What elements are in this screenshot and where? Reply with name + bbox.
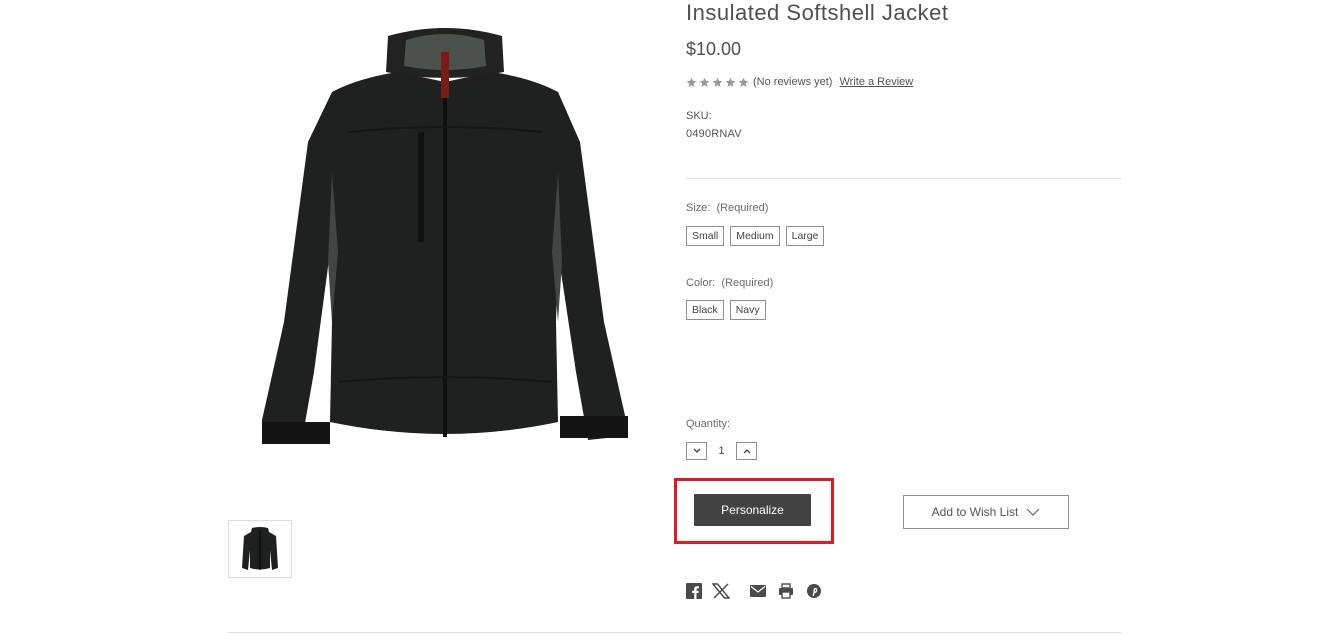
star-icon (725, 77, 736, 87)
x-icon[interactable] (712, 583, 730, 599)
product-title: Insulated Softshell Jacket (686, 0, 949, 25)
star-icon (699, 77, 710, 87)
color-label-text: Color: (686, 277, 716, 289)
color-option-navy[interactable]: Navy (729, 300, 766, 320)
reviews-count: (No reviews yet) (753, 76, 833, 88)
quantity-input[interactable]: 1 (707, 445, 736, 457)
size-label-text: Size: (686, 202, 711, 214)
size-options: Small Medium Large (686, 226, 825, 246)
email-icon[interactable] (750, 585, 766, 597)
quantity-decrease-button[interactable] (686, 442, 707, 460)
size-required: (Required) (716, 202, 769, 214)
color-required: (Required) (721, 277, 774, 289)
chevron-down-icon (1026, 508, 1040, 516)
product-rating: (No reviews yet) Write a Review (686, 76, 913, 88)
social-share (686, 583, 822, 599)
size-label: Size: (Required) (686, 202, 768, 214)
color-label: Color: (Required) (686, 277, 773, 289)
color-option-black[interactable]: Black (686, 300, 724, 320)
sku-label: SKU: (686, 110, 712, 122)
quantity-stepper: 1 (686, 442, 757, 460)
chevron-up-icon (743, 449, 750, 454)
product-thumbnail[interactable] (228, 520, 292, 578)
quantity-label: Quantity: (686, 418, 731, 430)
pinterest-icon[interactable] (806, 583, 822, 599)
wishlist-label: Add to Wish List (931, 505, 1019, 519)
facebook-icon[interactable] (686, 583, 702, 599)
quantity-increase-button[interactable] (736, 442, 757, 460)
rating-stars (686, 77, 749, 88)
star-icon (686, 77, 697, 87)
write-review-link[interactable]: Write a Review (839, 76, 913, 88)
star-icon (712, 77, 723, 87)
product-main-image[interactable] (258, 22, 632, 448)
divider (686, 178, 1121, 179)
product-price: $10.00 (686, 39, 742, 59)
color-options: Black Navy (686, 300, 766, 320)
personalize-button[interactable]: Personalize (694, 494, 811, 526)
size-option-small[interactable]: Small (686, 226, 725, 246)
chevron-down-icon (693, 448, 700, 453)
size-option-medium[interactable]: Medium (730, 226, 780, 246)
divider (228, 632, 1121, 633)
star-icon (738, 77, 749, 87)
add-to-wishlist-button[interactable]: Add to Wish List (903, 495, 1069, 529)
size-option-large[interactable]: Large (785, 226, 825, 246)
print-icon[interactable] (778, 583, 794, 599)
sku-value: 0490RNAV (686, 128, 742, 140)
